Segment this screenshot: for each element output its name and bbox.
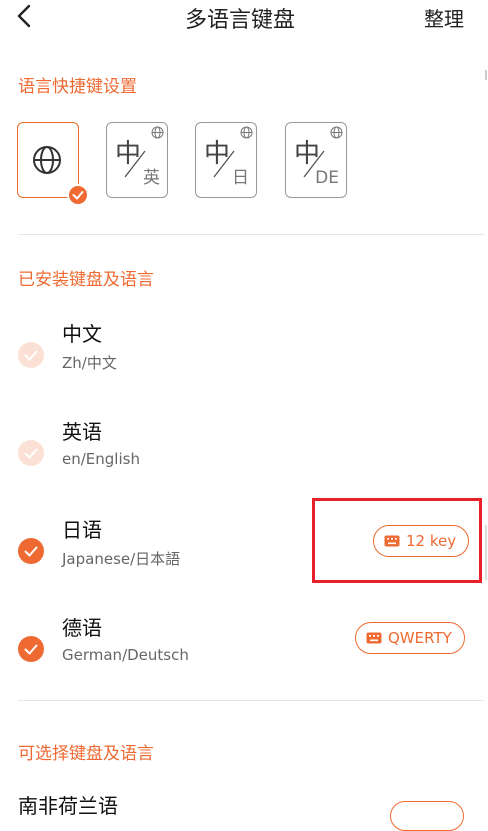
installed-section-title: 已安装键盘及语言 (18, 270, 154, 290)
language-checkbox[interactable] (18, 342, 44, 368)
language-checkbox[interactable] (18, 636, 44, 662)
globe-icon (240, 126, 253, 139)
available-section-title: 可选择键盘及语言 (18, 744, 154, 764)
shortcut-option-zh-de[interactable]: 中 DE (285, 122, 347, 198)
keyboard-layout-label: QWERTY (388, 629, 452, 647)
section-divider (18, 700, 484, 701)
right-edge-marks (485, 70, 487, 580)
shortcut-sub-label: 英 (143, 168, 160, 188)
page-title: 多语言键盘 (184, 8, 295, 33)
check-icon (24, 350, 38, 361)
language-checkbox[interactable] (18, 440, 44, 466)
add-language-button[interactable] (390, 801, 464, 831)
header-bar: 多语言键盘 整理 (0, 0, 488, 34)
globe-icon (330, 126, 343, 139)
shortcut-option-globe[interactable] (17, 122, 89, 206)
globe-icon (33, 146, 61, 174)
language-subtitle: en/English (62, 450, 140, 468)
highlight-annotation-box (312, 498, 482, 583)
shortcut-sub-label: 日 (232, 168, 249, 188)
globe-icon (151, 126, 164, 139)
shortcut-option-zh-ja[interactable]: 中 日 (195, 122, 257, 198)
shortcut-sub-label: DE (315, 168, 339, 188)
language-name: 英语 (62, 420, 102, 444)
check-icon (72, 191, 84, 200)
organize-button[interactable]: 整理 (424, 3, 464, 32)
check-icon (24, 546, 38, 557)
keyboard-layout-button[interactable]: QWERTY (355, 622, 465, 654)
language-name: 德语 (62, 616, 102, 640)
shortcut-option-zh-en[interactable]: 中 英 (106, 122, 168, 198)
language-subtitle: German/Deutsch (62, 646, 189, 664)
check-icon (24, 644, 38, 655)
language-checkbox[interactable] (18, 538, 44, 564)
shortcut-section-title: 语言快捷键设置 (18, 77, 137, 97)
language-name: 中文 (62, 322, 102, 346)
language-subtitle: Japanese/日本語 (62, 550, 181, 568)
available-language-name[interactable]: 南非荷兰语 (18, 790, 118, 819)
language-row-chinese: 中文 Zh/中文 (0, 320, 488, 390)
language-row-english: 英语 en/English (0, 418, 488, 488)
keyboard-icon (366, 632, 382, 644)
language-subtitle: Zh/中文 (62, 354, 117, 372)
section-divider (18, 234, 484, 235)
selected-check-badge (67, 184, 89, 206)
check-icon (24, 448, 38, 459)
language-name: 日语 (62, 518, 102, 542)
